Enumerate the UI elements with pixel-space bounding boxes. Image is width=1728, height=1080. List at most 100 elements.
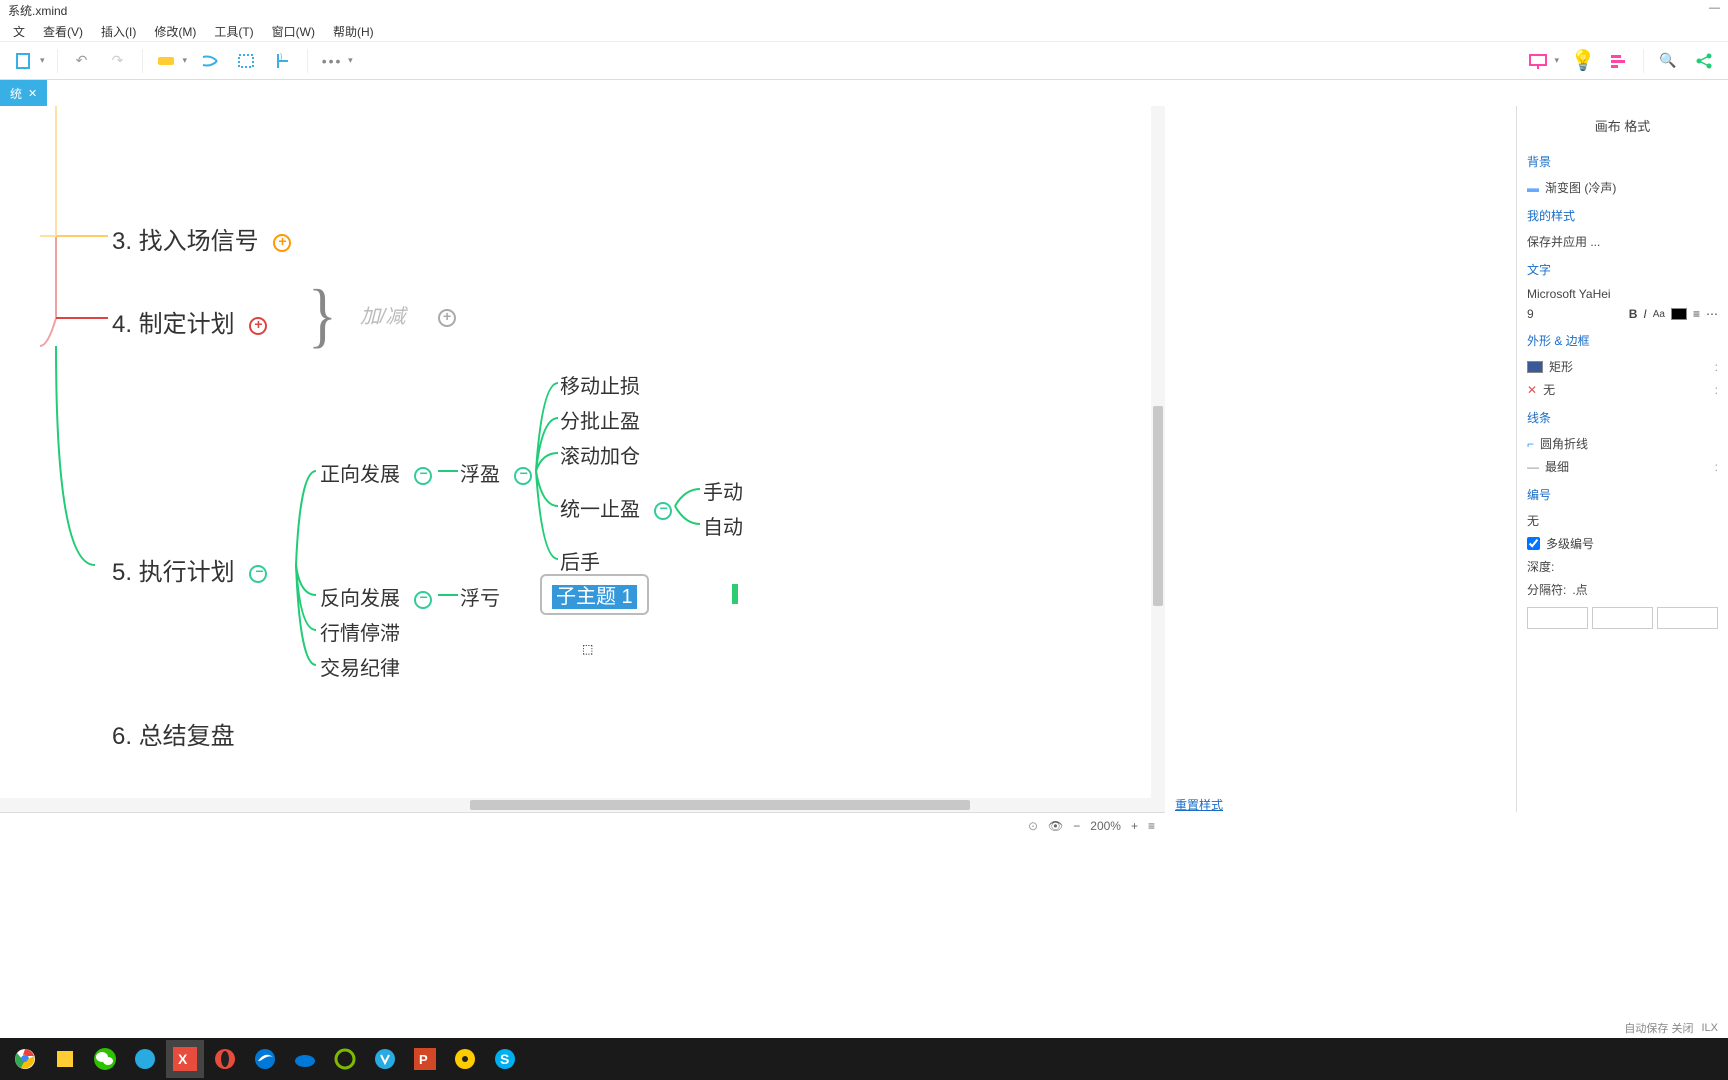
- taskbar-edge[interactable]: [246, 1040, 284, 1078]
- node-movestop[interactable]: 移动止损: [560, 370, 640, 399]
- node-backup[interactable]: 后手: [560, 546, 600, 575]
- minimize-button[interactable]: —: [1709, 2, 1720, 14]
- menu-view[interactable]: 查看(V): [34, 20, 92, 41]
- expand-icon[interactable]: [438, 309, 456, 327]
- node-3[interactable]: 3. 找入场信号: [112, 221, 291, 256]
- insert-handle[interactable]: [732, 584, 738, 604]
- horizontal-scrollbar[interactable]: [0, 798, 1165, 812]
- collapse-icon[interactable]: [414, 467, 432, 485]
- font-size[interactable]: 9: [1527, 307, 1534, 321]
- node-4[interactable]: 4. 制定计划: [112, 304, 267, 339]
- node-manual[interactable]: 手动: [703, 476, 743, 505]
- undo-button[interactable]: ↶: [67, 46, 97, 76]
- taskbar-disc[interactable]: [446, 1040, 484, 1078]
- case-button[interactable]: Aa: [1653, 309, 1665, 320]
- cursor-icon: ⬚: [582, 642, 593, 656]
- menu-icon[interactable]: ≡: [1148, 819, 1155, 833]
- search-button[interactable]: 🔍: [1653, 46, 1683, 76]
- taskbar-globe[interactable]: [126, 1040, 164, 1078]
- shape-fill-row[interactable]: 矩形 :: [1527, 355, 1718, 378]
- taskbar-wps[interactable]: [366, 1040, 404, 1078]
- expand-icon[interactable]: [273, 234, 291, 252]
- chevron-down-icon[interactable]: ▾: [348, 55, 353, 66]
- bold-button[interactable]: B: [1629, 307, 1638, 321]
- node-5[interactable]: 5. 执行计划: [112, 552, 267, 587]
- taskbar-ppt[interactable]: P: [406, 1040, 444, 1078]
- format-btn-1[interactable]: [1527, 607, 1588, 629]
- node-4-ghost[interactable]: 加/减: [360, 300, 406, 329]
- taskbar-circle[interactable]: [326, 1040, 364, 1078]
- presentation-button[interactable]: [1523, 46, 1553, 76]
- collapse-icon[interactable]: [514, 467, 532, 485]
- taskbar-chrome[interactable]: [6, 1040, 44, 1078]
- topic-button[interactable]: [152, 46, 182, 76]
- menu-window[interactable]: 窗口(W): [263, 20, 324, 41]
- menu-file[interactable]: 文: [4, 20, 34, 41]
- menu-modify[interactable]: 修改(M): [145, 20, 205, 41]
- collapse-icon[interactable]: [249, 565, 267, 583]
- summary-button[interactable]: }: [268, 46, 298, 76]
- line-style-row[interactable]: ⌐ 圆角折线: [1527, 432, 1718, 455]
- canvas[interactable]: 3. 找入场信号 4. 制定计划 } 加/减 5. 执行计划 正向发展 浮盈 移…: [0, 106, 1165, 812]
- taskbar-cloud[interactable]: [286, 1040, 324, 1078]
- editing-text[interactable]: 子主题 1: [552, 585, 637, 609]
- chevron-down-icon[interactable]: ▾: [183, 55, 188, 66]
- chevron-down-icon[interactable]: ▾: [1554, 55, 1559, 66]
- document-tab[interactable]: 统 ✕: [0, 80, 47, 106]
- expand-icon[interactable]: [249, 317, 267, 335]
- node-forward[interactable]: 正向发展: [320, 458, 432, 487]
- taskbar-opera[interactable]: [206, 1040, 244, 1078]
- background-row[interactable]: ▬ 渐变图 (冷声): [1527, 176, 1718, 199]
- node-discipline[interactable]: 交易纪律: [320, 652, 400, 681]
- zoom-in-button[interactable]: +: [1131, 819, 1138, 833]
- new-button[interactable]: [9, 46, 39, 76]
- editing-node[interactable]: 子主题 1: [540, 574, 649, 615]
- node-batchprofit[interactable]: 分批止盈: [560, 405, 640, 434]
- share-button[interactable]: [1689, 46, 1719, 76]
- node-stag[interactable]: 行情停滞: [320, 617, 400, 646]
- collapse-icon[interactable]: [414, 591, 432, 609]
- gantt-button[interactable]: [1604, 46, 1634, 76]
- taskbar-skype[interactable]: S: [486, 1040, 524, 1078]
- more-button[interactable]: •••: [317, 46, 347, 76]
- separator-value[interactable]: .点: [1572, 581, 1587, 598]
- zoom-out-button[interactable]: −: [1073, 819, 1080, 833]
- boundary-button[interactable]: [232, 46, 262, 76]
- node-backward[interactable]: 反向发展: [320, 582, 432, 611]
- align-button[interactable]: ≡: [1693, 307, 1700, 321]
- node-rolling[interactable]: 滚动加仓: [560, 440, 640, 469]
- style-save-button[interactable]: 保存并应用 ...: [1527, 230, 1718, 253]
- numbering-none[interactable]: 无: [1527, 512, 1539, 529]
- vertical-scrollbar[interactable]: [1151, 106, 1165, 812]
- menu-insert[interactable]: 插入(I): [92, 20, 145, 41]
- menu-tools[interactable]: 工具(T): [205, 20, 262, 41]
- node-6[interactable]: 6. 总结复盘: [112, 716, 235, 751]
- eye-icon[interactable]: 👁: [1048, 819, 1063, 833]
- taskbar-files[interactable]: [46, 1040, 84, 1078]
- close-icon[interactable]: ✕: [28, 87, 37, 100]
- menu-help[interactable]: 帮助(H): [324, 20, 383, 41]
- multilevel-checkbox[interactable]: 多级编号: [1527, 532, 1718, 555]
- section-background: 背景: [1527, 153, 1718, 170]
- line-weight-row[interactable]: — 最细 :: [1527, 455, 1718, 478]
- node-fuying[interactable]: 浮盈: [460, 458, 532, 487]
- taskbar-wechat[interactable]: [86, 1040, 124, 1078]
- node-fukui[interactable]: 浮亏: [460, 582, 500, 611]
- format-btn-3[interactable]: [1657, 607, 1718, 629]
- node-auto[interactable]: 自动: [703, 511, 743, 540]
- text-color-button[interactable]: [1671, 308, 1687, 320]
- idea-button[interactable]: 💡: [1568, 46, 1598, 76]
- more-text-button[interactable]: ⋯: [1706, 307, 1718, 321]
- collapse-icon[interactable]: [654, 502, 672, 520]
- chevron-down-icon[interactable]: ▾: [40, 55, 45, 66]
- format-btn-2[interactable]: [1592, 607, 1653, 629]
- relationship-button[interactable]: [196, 46, 226, 76]
- shape-border-row[interactable]: ✕ 无 :: [1527, 378, 1718, 401]
- taskbar-xmind[interactable]: X: [166, 1040, 204, 1078]
- node-unified[interactable]: 统一止盈: [560, 493, 672, 522]
- italic-button[interactable]: I: [1643, 307, 1646, 321]
- redo-button[interactable]: ↷: [103, 46, 133, 76]
- reset-style-link[interactable]: 重置样式: [1175, 796, 1223, 813]
- font-name[interactable]: Microsoft YaHei: [1527, 287, 1611, 301]
- fit-button[interactable]: ⊙: [1028, 819, 1038, 833]
